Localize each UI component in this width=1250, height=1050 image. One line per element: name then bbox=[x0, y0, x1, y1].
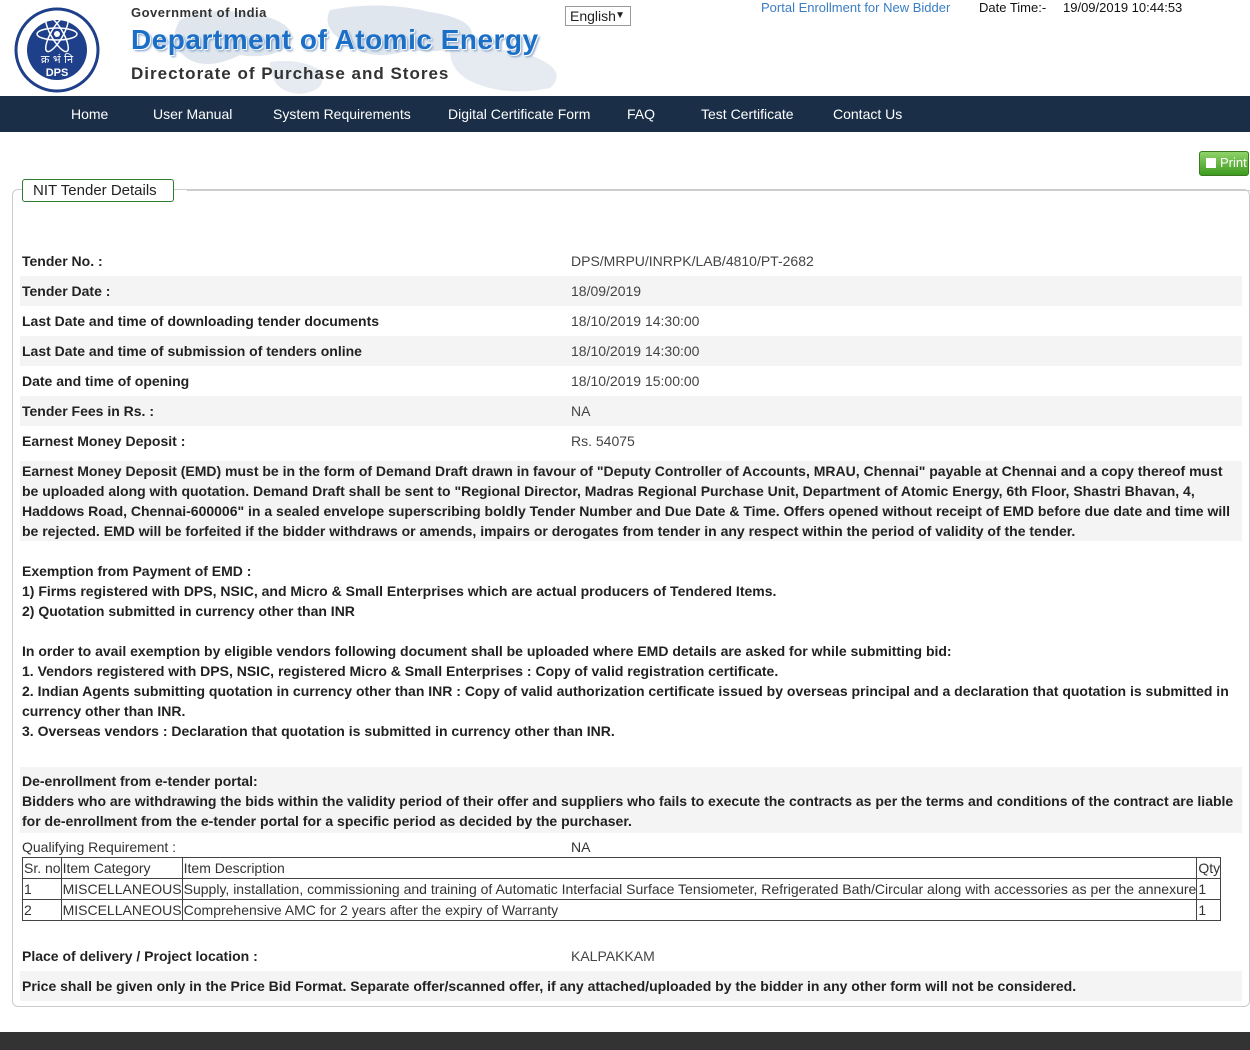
nav-digital-certificate-form[interactable]: Digital Certificate Form bbox=[448, 106, 590, 122]
detail-value: 18/09/2019 bbox=[571, 283, 642, 299]
nav-system-requirements[interactable]: System Requirements bbox=[273, 106, 411, 122]
documents-item: 2. Indian Agents submitting quotation in… bbox=[22, 683, 1229, 719]
detail-value: 18/10/2019 14:30:00 bbox=[571, 343, 700, 359]
portal-enrollment-link[interactable]: Portal Enrollment for New Bidder bbox=[761, 0, 950, 15]
documents-item: 1. Vendors registered with DPS, NSIC, re… bbox=[22, 663, 779, 679]
table-header-row: Sr. no Item Category Item Description Qt… bbox=[22, 857, 1222, 879]
detail-label: Tender Date : bbox=[22, 283, 111, 299]
items-table: Sr. no Item Category Item Description Qt… bbox=[22, 857, 1222, 921]
emd-exemption: Exemption from Payment of EMD : 1) Firms… bbox=[20, 561, 1242, 621]
nav-user-manual[interactable]: User Manual bbox=[153, 106, 232, 122]
column-header: Qty bbox=[1196, 857, 1222, 879]
column-header: Item Description bbox=[181, 857, 1198, 879]
chevron-down-icon: ▼ bbox=[615, 10, 625, 21]
emd-terms-text: Earnest Money Deposit (EMD) must be in t… bbox=[22, 463, 1231, 539]
deenrollment-title: De-enrollment from e-tender portal: bbox=[22, 773, 258, 789]
detail-row-download-date: Last Date and time of downloading tender… bbox=[20, 306, 1242, 336]
table-cell: 1 bbox=[1196, 899, 1222, 921]
column-header: Item Category bbox=[60, 857, 183, 879]
detail-row-tender-fees: Tender Fees in Rs. : NA bbox=[20, 396, 1242, 426]
exemption-title: Exemption from Payment of EMD : bbox=[22, 563, 252, 579]
nav-home[interactable]: Home bbox=[71, 106, 108, 122]
datetime-value: 19/09/2019 10:44:53 bbox=[1063, 0, 1183, 15]
emd-terms: Earnest Money Deposit (EMD) must be in t… bbox=[20, 461, 1242, 541]
exemption-item: 1) Firms registered with DPS, NSIC, and … bbox=[22, 583, 777, 599]
nav-faq[interactable]: FAQ bbox=[627, 106, 655, 122]
language-select-value: English bbox=[570, 8, 616, 24]
exemption-documents: In order to avail exemption by eligible … bbox=[20, 641, 1242, 741]
price-note-text: Price shall be given only in the Price B… bbox=[22, 978, 1077, 994]
print-label: Print bbox=[1220, 155, 1247, 170]
table-row: 2 MISCELLANEOUS Comprehensive AMC for 2 … bbox=[22, 899, 1222, 921]
detail-label: Last Date and time of downloading tender… bbox=[22, 313, 380, 329]
table-cell: MISCELLANEOUS bbox=[60, 878, 183, 900]
datetime-label: Date Time:- bbox=[979, 0, 1047, 15]
directorate-subtitle: Directorate of Purchase and Stores bbox=[131, 64, 450, 83]
nav-contact-us[interactable]: Contact Us bbox=[833, 106, 902, 122]
table-cell: MISCELLANEOUS bbox=[60, 899, 183, 921]
main-nav: Home User Manual System Requirements Dig… bbox=[0, 96, 1250, 132]
qualifying-requirement-label: Qualifying Requirement : bbox=[22, 839, 177, 855]
table-cell: Comprehensive AMC for 2 years after the … bbox=[181, 899, 1198, 921]
logo-dps-text: DPS bbox=[46, 67, 69, 79]
section-title: NIT Tender Details bbox=[22, 179, 174, 202]
detail-value: Rs. 54075 bbox=[571, 433, 635, 449]
table-cell: Supply, installation, commissioning and … bbox=[181, 878, 1198, 900]
detail-value: DPS/MRPU/INRPK/LAB/4810/PT-2682 bbox=[571, 253, 814, 269]
documents-item: 3. Overseas vendors : Declaration that q… bbox=[22, 723, 615, 739]
gov-of-india-label: Government of India bbox=[131, 5, 267, 20]
legend-divider bbox=[187, 190, 1250, 191]
language-select[interactable]: English ▼ bbox=[565, 6, 631, 26]
exemption-item: 2) Quotation submitted in currency other… bbox=[22, 603, 355, 619]
documents-title: In order to avail exemption by eligible … bbox=[22, 643, 952, 659]
column-header: Sr. no bbox=[22, 857, 62, 879]
detail-row-submission-date: Last Date and time of submission of tend… bbox=[20, 336, 1242, 366]
table-cell: 1 bbox=[22, 878, 62, 900]
site-header: क्र भं नि DPS Government of India Depart… bbox=[0, 0, 1250, 96]
detail-label: Date and time of opening bbox=[22, 373, 190, 389]
table-cell: 1 bbox=[1196, 878, 1222, 900]
printer-icon bbox=[1206, 158, 1216, 168]
detail-label: Tender Fees in Rs. : bbox=[22, 403, 154, 419]
site-footer bbox=[0, 1032, 1250, 1050]
detail-row-delivery: Place of delivery / Project location : K… bbox=[20, 941, 1242, 971]
deenrollment-section: De-enrollment from e-tender portal: Bidd… bbox=[20, 767, 1242, 833]
detail-label: Place of delivery / Project location : bbox=[22, 948, 258, 964]
detail-value: KALPAKKAM bbox=[571, 948, 655, 964]
table-cell: 2 bbox=[22, 899, 62, 921]
dps-logo: क्र भं नि DPS bbox=[14, 7, 100, 93]
detail-value: 18/10/2019 15:00:00 bbox=[571, 373, 700, 389]
print-button[interactable]: Print bbox=[1199, 151, 1249, 176]
department-title: Department of Atomic Energy bbox=[131, 24, 539, 55]
detail-row-tender-date: Tender Date : 18/09/2019 bbox=[20, 276, 1242, 306]
detail-value: NA bbox=[571, 403, 591, 419]
qualifying-requirement-value: NA bbox=[571, 839, 591, 855]
table-row: 1 MISCELLANEOUS Supply, installation, co… bbox=[22, 878, 1222, 900]
detail-row-emd: Earnest Money Deposit : Rs. 54075 bbox=[20, 426, 1242, 456]
detail-label: Tender No. : bbox=[22, 253, 103, 269]
price-note: Price shall be given only in the Price B… bbox=[20, 971, 1242, 1001]
deenrollment-text: Bidders who are withdrawing the bids wit… bbox=[22, 793, 1234, 829]
detail-label: Last Date and time of submission of tend… bbox=[22, 343, 362, 359]
nav-test-certificate[interactable]: Test Certificate bbox=[701, 106, 794, 122]
detail-label: Earnest Money Deposit : bbox=[22, 433, 186, 449]
detail-row-opening-date: Date and time of opening 18/10/2019 15:0… bbox=[20, 366, 1242, 396]
logo-hindi-text: क्र भं नि bbox=[41, 53, 74, 66]
detail-row-tender-no: Tender No. : DPS/MRPU/INRPK/LAB/4810/PT-… bbox=[20, 246, 1242, 276]
detail-value: 18/10/2019 14:30:00 bbox=[571, 313, 700, 329]
